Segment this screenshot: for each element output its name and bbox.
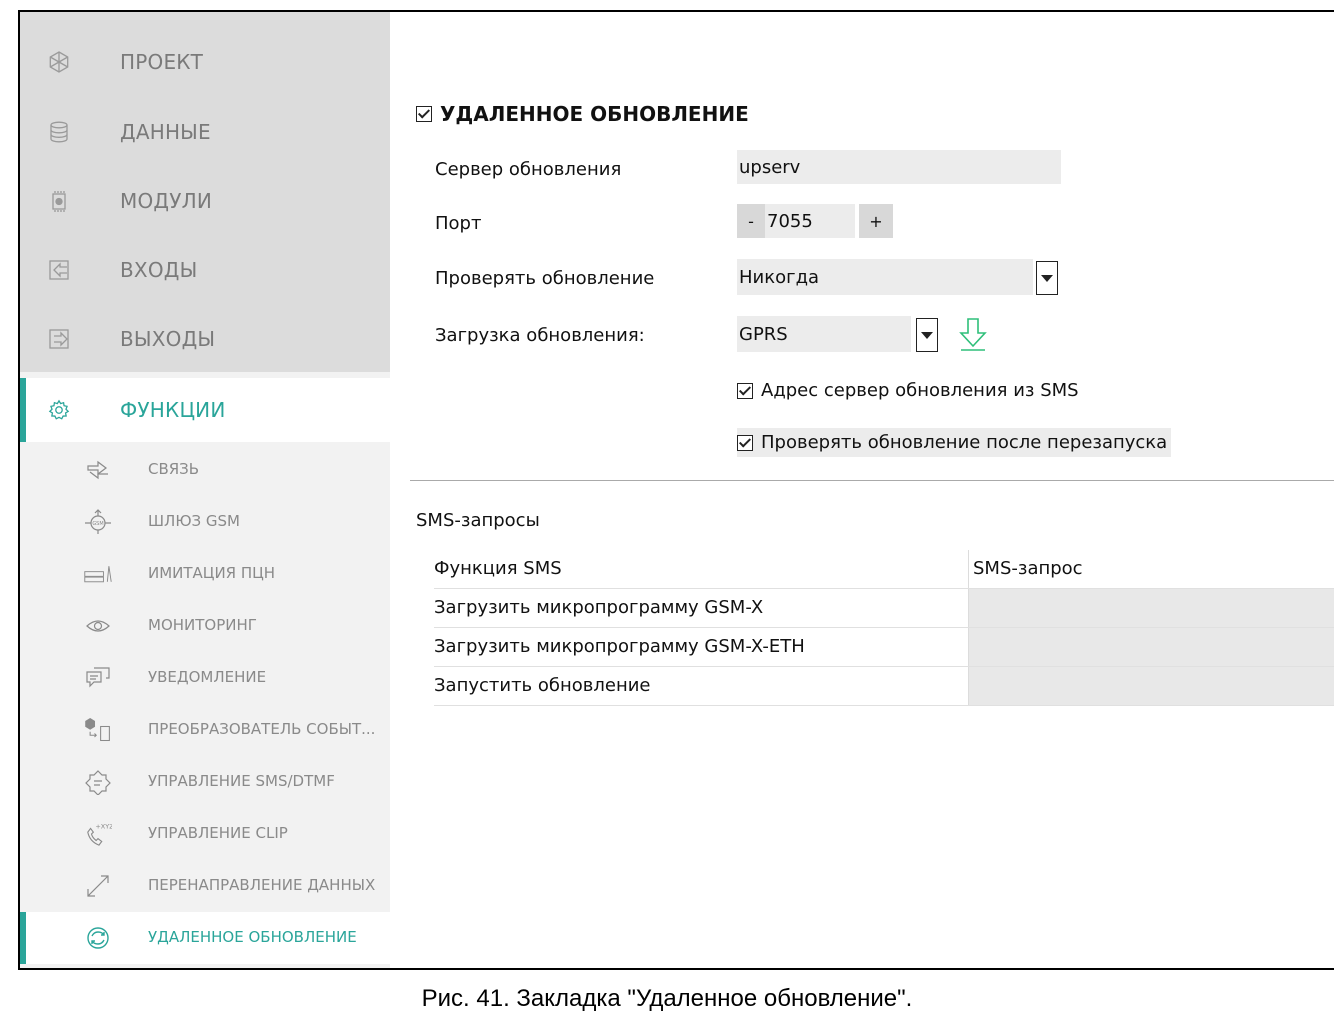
- eye-icon: [86, 620, 110, 632]
- sidebar-subitem-monitoring[interactable]: МОНИТОРИНГ: [20, 600, 390, 652]
- column-header-function: Функция SMS: [434, 558, 562, 579]
- svg-text:+XYZ: +XYZ: [95, 822, 112, 830]
- section-title: УДАЛЕННОЕ ОБНОВЛЕНИЕ: [440, 102, 749, 126]
- sidebar-subitem-label: ПЕРЕНАПРАВЛЕНИЕ ДАННЫХ: [148, 876, 376, 894]
- output-arrow-icon: [49, 329, 69, 349]
- sidebar: ПРОЕКТ ДАННЫЕ МОДУЛИ ВХОДЫ ВЫХОДЫ ФУНКЦИ…: [20, 12, 390, 968]
- sidebar-subitem-label: ПРЕОБРАЗОВАТЕЛЬ СОБЫТ...: [148, 720, 376, 738]
- figure-caption: Рис. 41. Закладка "Удаленное обновление"…: [421, 985, 913, 1012]
- port-input[interactable]: 7055: [765, 204, 855, 238]
- server-label: Сервер обновления: [435, 159, 622, 180]
- check-after-restart-label: Проверять обновление после перезапуска: [761, 432, 1168, 453]
- sidebar-item-functions[interactable]: ФУНКЦИИ: [20, 378, 390, 442]
- sms-address-label: Адрес сервер обновления из SMS: [761, 380, 1079, 401]
- sidebar-item-label: МОДУЛИ: [120, 189, 213, 213]
- database-icon: [50, 121, 68, 143]
- sms-requests-title: SMS-запросы: [416, 510, 540, 531]
- sidebar-subitem-label: УПРАВЛЕНИЕ SMS/DTMF: [148, 772, 335, 790]
- gsm-gateway-icon: GSM: [85, 509, 111, 534]
- sms-request-cell[interactable]: [969, 589, 1334, 627]
- sidebar-subitem-label: УПРАВЛЕНИЕ CLIP: [148, 824, 288, 842]
- remote-update-enable[interactable]: УДАЛЕННОЕ ОБНОВЛЕНИЕ: [416, 102, 749, 126]
- sidebar-item-label: ВХОДЫ: [120, 258, 198, 282]
- port-label: Порт: [435, 213, 482, 234]
- sms-function-cell: Загрузить микропрограмму GSM-X-ETH: [434, 636, 805, 657]
- communication-icon: [87, 460, 108, 480]
- refresh-icon: [87, 927, 109, 949]
- download-label: Загрузка обновления:: [435, 325, 645, 346]
- sidebar-subitem-label: ШЛЮЗ GSM: [148, 512, 240, 530]
- sms-address-option[interactable]: Адрес сервер обновления из SMS: [737, 380, 1083, 401]
- sidebar-item-label: ПРОЕКТ: [120, 50, 204, 74]
- download-arrow-icon[interactable]: [958, 316, 988, 352]
- sms-function-cell: Загрузить микропрограмму GSM-X: [434, 597, 764, 618]
- check-after-restart-checkbox[interactable]: [737, 434, 753, 451]
- svg-text:GSM: GSM: [92, 521, 103, 527]
- remote-update-panel: УДАЛЕННОЕ ОБНОВЛЕНИЕ Сервер обновления u…: [410, 12, 1334, 968]
- column-header-request: SMS-запрос: [973, 558, 1083, 579]
- table-row: Запустить обновление: [434, 667, 1334, 706]
- sidebar-subitem-gsm-gateway[interactable]: GSM ШЛЮЗ GSM: [20, 496, 390, 548]
- sidebar-subitem-label: СВЯЗЬ: [148, 460, 200, 478]
- port-decrement-button[interactable]: -: [737, 204, 765, 238]
- sms-request-cell[interactable]: [969, 667, 1334, 705]
- download-method-dropdown-arrow[interactable]: [916, 318, 938, 352]
- check-update-select[interactable]: Никогда: [737, 259, 1033, 295]
- table-row: Загрузить микропрограмму GSM-X-ETH: [434, 628, 1334, 667]
- sidebar-item-project[interactable]: ПРОЕКТ: [20, 32, 390, 92]
- check-update-label: Проверять обновление: [435, 268, 655, 289]
- sms-request-cell[interactable]: [969, 628, 1334, 666]
- sidebar-subitem-label: УДАЛЕННОЕ ОБНОВЛЕНИЕ: [148, 928, 357, 946]
- sidebar-subitem-clip-control[interactable]: +XYZ УПРАВЛЕНИЕ CLIP: [20, 808, 390, 860]
- sms-requests-table: Функция SMS SMS-запрос Загрузить микропр…: [434, 550, 1334, 706]
- sms-function-cell: Запустить обновление: [434, 675, 651, 696]
- sidebar-item-label: ФУНКЦИИ: [120, 398, 226, 422]
- sidebar-subitem-label: МОНИТОРИНГ: [148, 616, 257, 634]
- sidebar-subitem-communication[interactable]: СВЯЗЬ: [20, 444, 390, 496]
- project-icon: [49, 51, 69, 73]
- sidebar-item-modules[interactable]: МОДУЛИ: [20, 171, 390, 231]
- sidebar-item-outputs[interactable]: ВЫХОДЫ: [20, 309, 390, 369]
- notification-icon: [86, 667, 110, 688]
- sidebar-item-label: ДАННЫЕ: [120, 120, 211, 144]
- sidebar-subitem-data-redirect[interactable]: ПЕРЕНАПРАВЛЕНИЕ ДАННЫХ: [20, 860, 390, 912]
- section-divider: [410, 480, 1334, 481]
- sidebar-item-label: ВЫХОДЫ: [120, 327, 216, 351]
- port-increment-button[interactable]: +: [859, 204, 893, 238]
- module-chip-icon: [52, 191, 66, 212]
- redirect-arrows-icon: [87, 875, 109, 897]
- check-update-dropdown-arrow[interactable]: [1036, 261, 1058, 295]
- input-arrow-icon: [49, 260, 69, 280]
- sidebar-subitem-notification[interactable]: УВЕДОМЛЕНИЕ: [20, 652, 390, 704]
- gear-icon: [48, 399, 70, 420]
- app-window: ПРОЕКТ ДАННЫЕ МОДУЛИ ВХОДЫ ВЫХОДЫ ФУНКЦИ…: [18, 10, 1334, 970]
- sidebar-item-inputs[interactable]: ВХОДЫ: [20, 240, 390, 300]
- sidebar-subitem-remote-update[interactable]: УДАЛЕННОЕ ОБНОВЛЕНИЕ: [20, 912, 390, 964]
- sidebar-subitem-event-converter[interactable]: ПРЕОБРАЗОВАТЕЛЬ СОБЫТ...: [20, 704, 390, 756]
- remote-update-checkbox[interactable]: [416, 106, 432, 122]
- sms-control-icon: [85, 770, 111, 795]
- event-converter-icon: [85, 718, 110, 742]
- clip-phone-icon: +XYZ: [87, 822, 112, 846]
- server-input[interactable]: upserv: [737, 150, 1061, 184]
- download-method-select[interactable]: GPRS: [737, 316, 911, 352]
- check-after-restart-option[interactable]: Проверять обновление после перезапуска: [737, 428, 1172, 457]
- receiver-icon: [84, 566, 112, 583]
- sidebar-subitem-label: УВЕДОМЛЕНИЕ: [148, 668, 267, 686]
- table-row: Загрузить микропрограмму GSM-X: [434, 589, 1334, 628]
- sms-address-checkbox[interactable]: [737, 382, 753, 399]
- sidebar-subitem-sms-dtmf-control[interactable]: УПРАВЛЕНИЕ SMS/DTMF: [20, 756, 390, 808]
- table-header-row: Функция SMS SMS-запрос: [434, 550, 1334, 589]
- sidebar-item-data[interactable]: ДАННЫЕ: [20, 102, 390, 162]
- sidebar-subitem-receiver-emulation[interactable]: ИМИТАЦИЯ ПЦН: [20, 548, 390, 600]
- sidebar-subitem-label: ИМИТАЦИЯ ПЦН: [148, 564, 276, 582]
